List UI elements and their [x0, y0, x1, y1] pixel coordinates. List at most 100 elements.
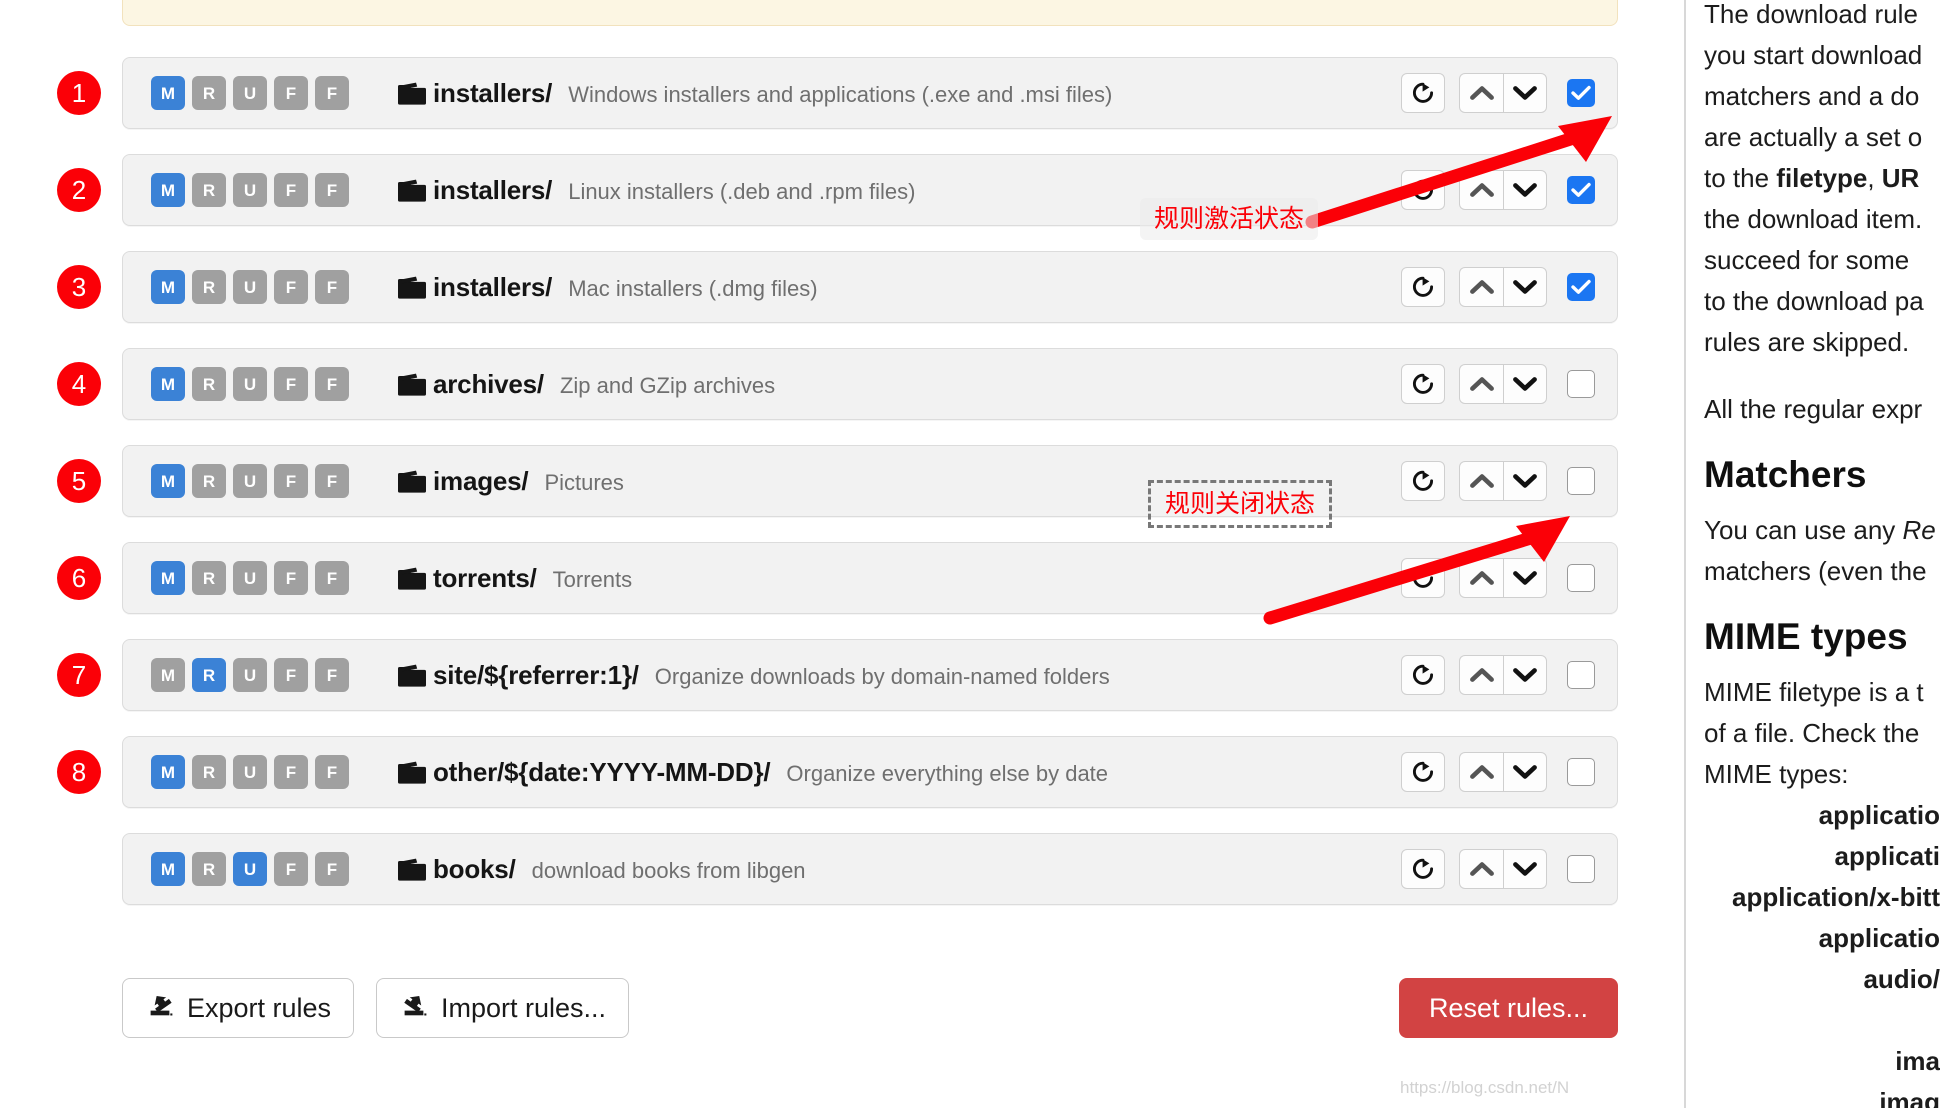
move-rule-up-button[interactable] [1459, 849, 1503, 889]
move-rule-up-button[interactable] [1459, 267, 1503, 307]
flag-badge-r-1[interactable]: R [192, 270, 226, 304]
move-rule-up-button[interactable] [1459, 558, 1503, 598]
flag-badge-f-4[interactable]: F [315, 755, 349, 789]
flag-badge-m-0[interactable]: M [151, 852, 185, 886]
move-rule-up-button[interactable] [1459, 752, 1503, 792]
rule-row[interactable]: 7 M R U F Fsite/${referrer:1}/Organize downlo… [57, 639, 1618, 711]
import-rules-button[interactable]: Import rules... [376, 978, 630, 1038]
flag-badge-m-0[interactable]: M [151, 561, 185, 595]
rule-enabled-checkbox[interactable] [1567, 370, 1595, 398]
flag-badge-f-3[interactable]: F [274, 755, 308, 789]
flag-badge-f-3[interactable]: F [274, 658, 308, 692]
flag-badge-r-1[interactable]: R [192, 367, 226, 401]
share-rule-button[interactable] [1401, 558, 1445, 598]
flag-badge-f-4[interactable]: F [315, 367, 349, 401]
flag-badge-u-2[interactable]: U [233, 561, 267, 595]
rule-enabled-checkbox[interactable] [1567, 467, 1595, 495]
share-rule-button[interactable] [1401, 461, 1445, 501]
flag-badge-f-3[interactable]: F [274, 76, 308, 110]
flag-badge-f-4[interactable]: F [315, 658, 349, 692]
move-rule-up-button[interactable] [1459, 364, 1503, 404]
doc-line: to the download pa [1704, 286, 1924, 316]
flag-badge-f-4[interactable]: F [315, 76, 349, 110]
move-rule-down-button[interactable] [1503, 364, 1547, 404]
flag-badge-f-3[interactable]: F [274, 464, 308, 498]
flag-badge-f-3[interactable]: F [274, 270, 308, 304]
move-rule-up-button[interactable] [1459, 655, 1503, 695]
share-rule-button[interactable] [1401, 267, 1445, 307]
flag-badge-u-2[interactable]: U [233, 658, 267, 692]
flag-badge-u-2[interactable]: U [233, 173, 267, 207]
flag-badge-r-1[interactable]: R [192, 464, 226, 498]
rule-row[interactable]: 3 M R U F Finstallers/Mac installers (.dmg fi… [57, 251, 1618, 323]
rule-marker-8: 8 [57, 750, 101, 794]
flag-badge-u-2[interactable]: U [233, 367, 267, 401]
flag-badge-f-4[interactable]: F [315, 852, 349, 886]
share-rule-button[interactable] [1401, 655, 1445, 695]
move-rule-up-button[interactable] [1459, 73, 1503, 113]
flag-badge-u-2[interactable]: U [233, 852, 267, 886]
reset-rules-button[interactable]: Reset rules... [1398, 978, 1618, 1038]
move-rule-down-button[interactable] [1503, 267, 1547, 307]
flag-badge-f-4[interactable]: F [315, 464, 349, 498]
export-rules-button[interactable]: Export rules [122, 978, 355, 1038]
flag-badge-u-2[interactable]: U [233, 464, 267, 498]
doc-line: The download rule [1704, 0, 1918, 29]
flag-badge-r-1[interactable]: R [192, 173, 226, 207]
move-rule-down-button[interactable] [1503, 461, 1547, 501]
rule-row[interactable]: 4 M R U F Farchives/Zip and GZip archives [57, 348, 1618, 420]
flag-badge-r-1[interactable]: R [192, 755, 226, 789]
move-rule-down-button[interactable] [1503, 849, 1547, 889]
share-rule-button[interactable] [1401, 849, 1445, 889]
rule-enabled-checkbox[interactable] [1567, 176, 1595, 204]
move-rule-down-button[interactable] [1503, 558, 1547, 598]
flag-badge-m-0[interactable]: M [151, 270, 185, 304]
flag-badge-u-2[interactable]: U [233, 270, 267, 304]
flag-badge-u-2[interactable]: U [233, 76, 267, 110]
share-rule-button[interactable] [1401, 73, 1445, 113]
flag-badge-r-1[interactable]: R [192, 658, 226, 692]
rule-enabled-checkbox[interactable] [1567, 661, 1595, 689]
flag-badge-r-1[interactable]: R [192, 561, 226, 595]
flag-badge-r-1[interactable]: R [192, 852, 226, 886]
rule-row[interactable]: 6 M R U F Ftorrents/Torrents [57, 542, 1618, 614]
share-rule-button[interactable] [1401, 364, 1445, 404]
flag-badge-f-4[interactable]: F [315, 561, 349, 595]
rule-row[interactable]: 5 M R U F Fimages/Pictures [57, 445, 1618, 517]
rule-enabled-checkbox[interactable] [1567, 855, 1595, 883]
flag-badge-m-0[interactable]: M [151, 658, 185, 692]
flag-badge-u-2[interactable]: U [233, 755, 267, 789]
flag-badge-m-0[interactable]: M [151, 173, 185, 207]
flag-badge-f-4[interactable]: F [315, 270, 349, 304]
share-rule-button[interactable] [1401, 752, 1445, 792]
flag-badge-f-3[interactable]: F [274, 852, 308, 886]
rule-row[interactable]: 1 M R U F Finstallers/Windows installers and … [57, 57, 1618, 129]
flag-badge-f-3[interactable]: F [274, 367, 308, 401]
rule-enabled-checkbox[interactable] [1567, 273, 1595, 301]
move-rule-down-button[interactable] [1503, 170, 1547, 210]
move-rule-down-button[interactable] [1503, 752, 1547, 792]
share-rule-button[interactable] [1401, 170, 1445, 210]
rule-enabled-checkbox[interactable] [1567, 564, 1595, 592]
import-icon [399, 990, 429, 1027]
rule-flag-badges: MRUFF [151, 852, 349, 886]
move-rule-down-button[interactable] [1503, 73, 1547, 113]
flag-badge-m-0[interactable]: M [151, 367, 185, 401]
move-rule-up-button[interactable] [1459, 170, 1503, 210]
rule-enabled-checkbox[interactable] [1567, 758, 1595, 786]
move-rule-up-button[interactable] [1459, 461, 1503, 501]
rule-row[interactable]: 8 M R U F Fother/${date:YYYY-MM-DD}/Organize … [57, 736, 1618, 808]
rule-row[interactable]: M R U F Fbooks/download books from libgen [122, 833, 1618, 905]
move-rule-group [1459, 558, 1547, 598]
move-rule-down-button[interactable] [1503, 655, 1547, 695]
rule-row[interactable]: 2 M R U F Finstallers/Linux installers (.deb … [57, 154, 1618, 226]
rule-path: site/${referrer:1}/ [433, 659, 639, 690]
flag-badge-m-0[interactable]: M [151, 76, 185, 110]
flag-badge-f-4[interactable]: F [315, 173, 349, 207]
flag-badge-m-0[interactable]: M [151, 755, 185, 789]
flag-badge-f-3[interactable]: F [274, 561, 308, 595]
flag-badge-f-3[interactable]: F [274, 173, 308, 207]
rule-enabled-checkbox[interactable] [1567, 79, 1595, 107]
flag-badge-m-0[interactable]: M [151, 464, 185, 498]
flag-badge-r-1[interactable]: R [192, 76, 226, 110]
